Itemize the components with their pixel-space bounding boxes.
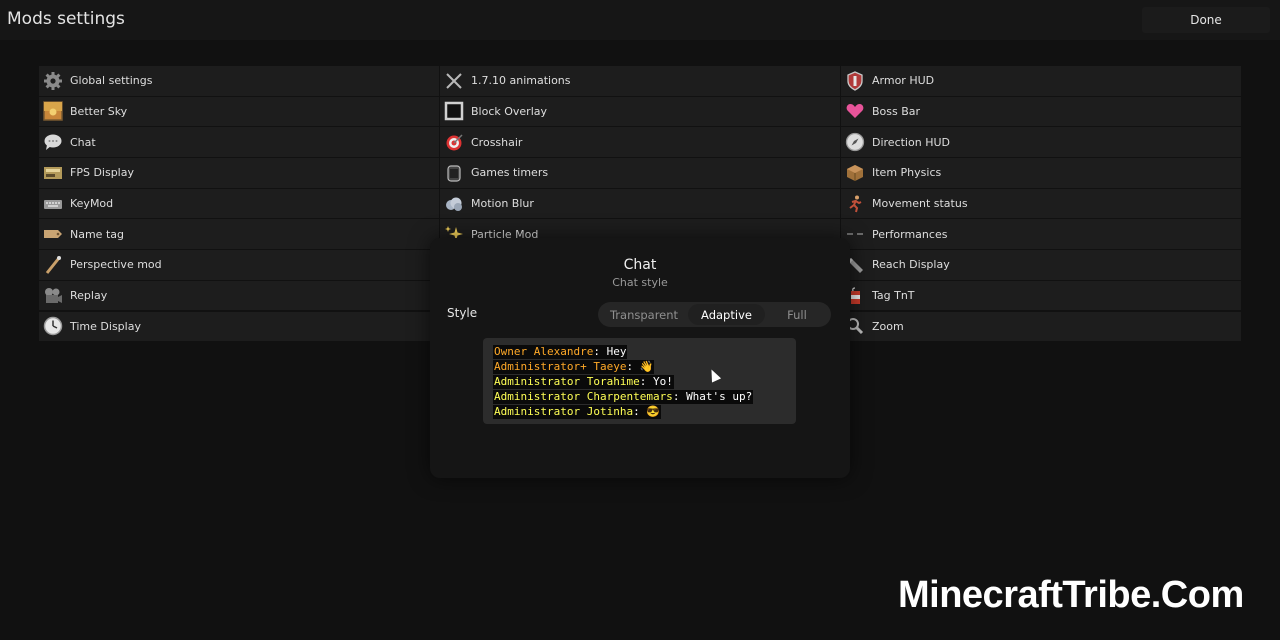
chat-sender: Administrator Torahime (494, 375, 640, 388)
chat-line: Owner Alexandre: Hey (493, 345, 628, 359)
watermark: MinecraftTribe.Com (898, 574, 1244, 616)
running-man-icon (844, 193, 866, 215)
mod-item-1-7-10-animations[interactable]: 1.7.10 animations (440, 66, 840, 96)
chat-sender: Administrator+ Taeye (494, 360, 627, 373)
crossed-swords-icon (443, 70, 465, 92)
done-button[interactable]: Done (1142, 7, 1270, 33)
mod-item-label: Time Display (70, 319, 141, 333)
mod-item-label: Crosshair (471, 135, 523, 149)
mod-item-label: Tag TnT (872, 289, 915, 303)
mod-item-label: KeyMod (70, 197, 114, 210)
mod-item-global-settings[interactable]: Global settings (39, 66, 439, 96)
chat-separator: : (672, 390, 687, 403)
compass-icon (844, 131, 866, 153)
mod-item-chat[interactable]: Chat (39, 127, 439, 157)
page-title: Mods settings (7, 9, 125, 29)
chat-line: Administrator Jotinha: 😎 (493, 405, 662, 419)
mod-item-label: Armor HUD (872, 74, 935, 88)
chat-message: What's up? (686, 390, 753, 403)
mod-item-zoom[interactable]: Zoom (841, 311, 1241, 341)
style-label: Style (447, 306, 478, 320)
mod-item-label: Chat (70, 135, 96, 149)
style-option-full[interactable]: Full (768, 304, 826, 325)
mod-item-label: 1.7.10 animations (471, 74, 571, 88)
mod-item-label: Item Physics (872, 166, 942, 180)
mod-item-block-overlay[interactable]: Block Overlay (440, 96, 840, 127)
mods-column-left: Global settings Better Sky Chat FPS Disp… (39, 66, 439, 342)
block-outline-icon (443, 100, 465, 122)
chat-separator: : (626, 360, 640, 373)
chat-line: Administrator+ Taeye: 👋 (493, 360, 655, 374)
mod-item-armor-hud[interactable]: Armor HUD (841, 66, 1241, 96)
chat-line: Administrator Torahime: Yo! (493, 375, 674, 389)
chat-style-selector: Transparent Adaptive Full (598, 302, 831, 327)
mod-item-label: Movement status (872, 197, 968, 210)
chat-separator: : (639, 375, 653, 388)
fps-icon (42, 162, 64, 184)
mod-item-label: Better Sky (70, 104, 128, 118)
stopwatch-icon (443, 162, 465, 184)
gear-icon (42, 70, 64, 92)
mod-item-better-sky[interactable]: Better Sky (39, 96, 439, 127)
mod-item-direction-hud[interactable]: Direction HUD (841, 127, 1241, 157)
chat-sender: Administrator Charpentemars (494, 390, 673, 403)
style-option-transparent[interactable]: Transparent (602, 304, 686, 325)
style-option-adaptive[interactable]: Adaptive (688, 304, 765, 325)
mod-item-time-display[interactable]: Time Display (39, 311, 439, 341)
mod-item-motion-blur[interactable]: Motion Blur (440, 188, 840, 219)
chat-bubble-icon (42, 131, 64, 153)
panel-title: Chat (623, 257, 657, 273)
chat-message: Hey (606, 345, 627, 358)
clock-icon (42, 315, 64, 337)
panel-subtitle: Chat style (612, 276, 668, 289)
blur-cloud-icon (443, 193, 465, 215)
mod-item-fps-display[interactable]: FPS Display (39, 158, 439, 188)
shield-icon (844, 70, 866, 92)
mod-item-keymod[interactable]: KeyMod (39, 188, 439, 219)
chat-message: Yo! (652, 375, 673, 388)
mods-column-middle: 1.7.10 animations Block Overlay Crosshai… (440, 66, 840, 250)
chat-separator: : (633, 405, 647, 418)
mod-item-crosshair[interactable]: Crosshair (440, 127, 840, 157)
mod-item-label: Direction HUD (872, 135, 950, 149)
mod-item-boss-bar[interactable]: Boss Bar (841, 96, 1241, 127)
mods-column-right: Armor HUD Boss Bar Direction HUD Item Ph… (841, 66, 1241, 342)
mod-item-movement-status[interactable]: Movement status (841, 188, 1241, 219)
target-icon (443, 131, 465, 153)
mod-item-performances[interactable]: Performances (841, 219, 1241, 249)
mod-item-label: Boss Bar (872, 104, 921, 118)
mod-item-label: FPS Display (70, 166, 134, 180)
mod-item-label: Motion Blur (471, 197, 534, 210)
heart-icon (844, 100, 866, 122)
mod-item-label: Block Overlay (471, 104, 548, 118)
chat-message: 👋 (639, 360, 654, 373)
sky-icon (42, 100, 64, 122)
chat-line: Administrator Charpentemars: What's up? (493, 390, 754, 404)
mod-item-label: Zoom (872, 319, 904, 333)
mod-item-item-physics[interactable]: Item Physics (841, 158, 1241, 188)
mod-item-label: Global settings (70, 74, 153, 88)
chat-sender: Owner Alexandre (494, 345, 594, 358)
mod-item-label: Performances (872, 227, 948, 241)
top-bar: Mods settings Done (0, 0, 1280, 40)
mod-item-label: Name tag (70, 227, 124, 241)
mod-item-games-timers[interactable]: Games timers (440, 158, 840, 188)
mod-item-name-tag[interactable]: Name tag (39, 219, 439, 249)
chat-sender: Administrator Jotinha (494, 405, 634, 418)
name-tag-icon (42, 223, 64, 245)
chat-message: 😎 (646, 405, 661, 418)
crate-icon (844, 162, 866, 184)
mod-item-label: Games timers (471, 166, 549, 180)
keyboard-icon (42, 193, 64, 215)
chat-separator: : (593, 345, 607, 358)
mod-item-label: Replay (70, 289, 108, 303)
